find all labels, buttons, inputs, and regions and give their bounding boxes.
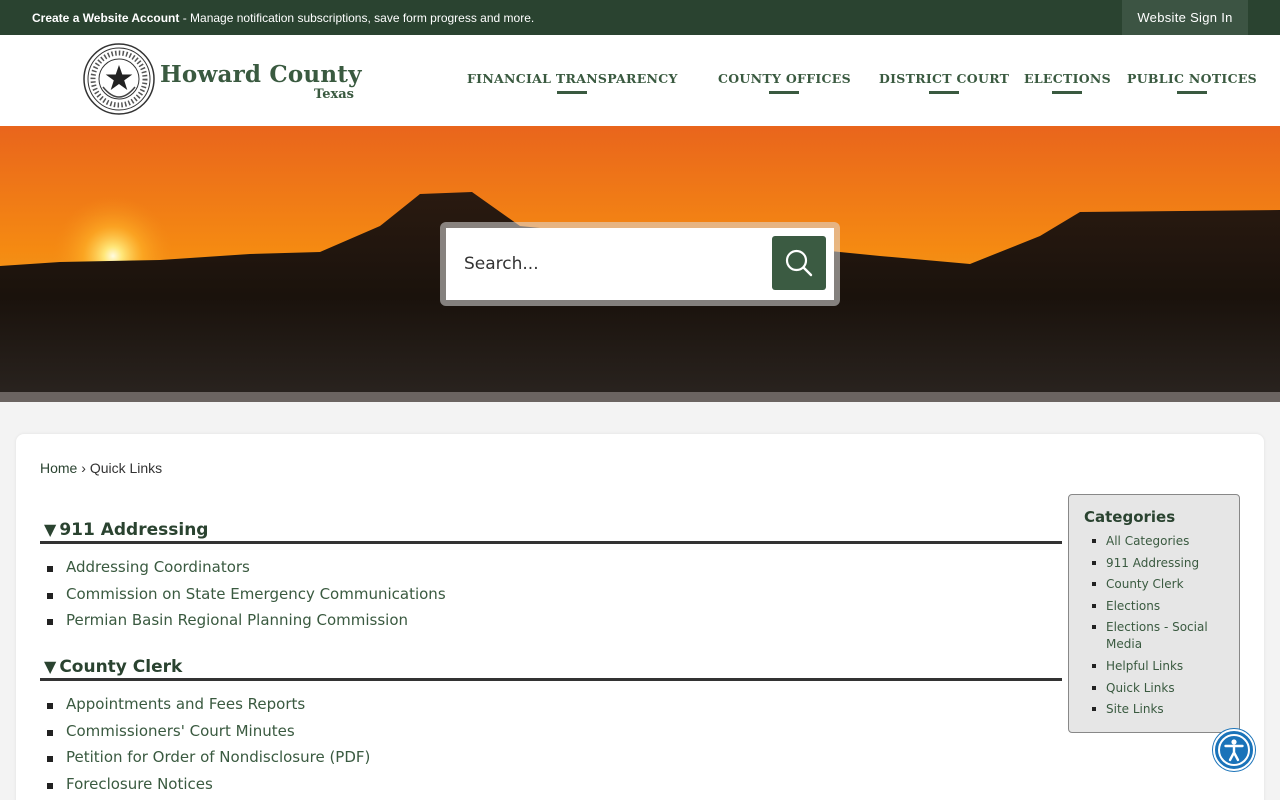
breadcrumb: Home › Quick Links bbox=[40, 460, 162, 476]
create-account-link[interactable]: Create a Website Account bbox=[32, 11, 179, 25]
categories-list: All Categories 911 Addressing County Cle… bbox=[1084, 533, 1234, 723]
nav-public-notices[interactable]: PUBLIC NOTICES bbox=[1127, 71, 1257, 94]
sign-in-button[interactable]: Website Sign In bbox=[1122, 0, 1248, 35]
accessibility-button[interactable] bbox=[1213, 729, 1255, 771]
search-box bbox=[446, 228, 834, 300]
section-links-911-addressing: Addressing Coordinators Commission on St… bbox=[40, 558, 446, 638]
account-message-text: - Manage notification subscriptions, sav… bbox=[179, 11, 535, 25]
collapse-triangle-icon[interactable]: ▼ bbox=[44, 657, 56, 676]
list-item[interactable]: Petition for Order of Nondisclosure (PDF… bbox=[40, 748, 370, 775]
county-seal-icon[interactable] bbox=[83, 43, 155, 115]
list-item[interactable]: Commission on State Emergency Communicat… bbox=[40, 585, 446, 612]
category-elections[interactable]: Elections bbox=[1084, 598, 1234, 615]
site-header: Howard County Texas FINANCIAL TRANSPAREN… bbox=[0, 35, 1280, 126]
category-elections-social-media[interactable]: Elections - Social Media bbox=[1084, 619, 1234, 653]
section-title-text: 911 Addressing bbox=[59, 520, 209, 540]
category-911-addressing[interactable]: 911 Addressing bbox=[1084, 555, 1234, 572]
category-site-links[interactable]: Site Links bbox=[1084, 701, 1234, 718]
county-state: Texas bbox=[314, 87, 354, 102]
list-item[interactable]: Appointments and Fees Reports bbox=[40, 695, 370, 722]
search-input[interactable] bbox=[464, 250, 754, 278]
list-item[interactable]: Addressing Coordinators bbox=[40, 558, 446, 585]
nav-elections[interactable]: ELECTIONS bbox=[1024, 71, 1111, 94]
category-helpful-links[interactable]: Helpful Links bbox=[1084, 658, 1234, 675]
categories-panel: Categories All Categories 911 Addressing… bbox=[1068, 494, 1240, 733]
nav-county-offices[interactable]: COUNTY OFFICES bbox=[718, 71, 851, 94]
section-links-county-clerk: Appointments and Fees Reports Commission… bbox=[40, 695, 370, 800]
account-message: Create a Website Account - Manage notifi… bbox=[32, 11, 534, 25]
list-item[interactable]: Foreclosure Notices bbox=[40, 775, 370, 800]
nav-financial-transparency[interactable]: FINANCIAL TRANSPARENCY bbox=[467, 71, 678, 94]
section-title-911-addressing[interactable]: ▼ 911 Addressing bbox=[40, 520, 1062, 544]
collapse-triangle-icon[interactable]: ▼ bbox=[44, 520, 56, 539]
categories-title: Categories bbox=[1084, 508, 1176, 526]
breadcrumb-home[interactable]: Home bbox=[40, 460, 77, 476]
search-button[interactable] bbox=[772, 236, 826, 290]
section-title-county-clerk[interactable]: ▼ County Clerk bbox=[40, 657, 1062, 681]
county-name[interactable]: Howard County bbox=[160, 61, 362, 88]
category-county-clerk[interactable]: County Clerk bbox=[1084, 576, 1234, 593]
accessibility-icon bbox=[1218, 734, 1250, 766]
category-all[interactable]: All Categories bbox=[1084, 533, 1234, 550]
breadcrumb-separator: › bbox=[77, 460, 90, 476]
list-item[interactable]: Permian Basin Regional Planning Commissi… bbox=[40, 611, 446, 638]
list-item[interactable]: Commissioners' Court Minutes bbox=[40, 722, 370, 749]
breadcrumb-current: Quick Links bbox=[89, 460, 163, 476]
search-icon bbox=[785, 249, 813, 277]
section-title-text: County Clerk bbox=[59, 657, 183, 677]
search-container bbox=[440, 222, 840, 306]
category-quick-links[interactable]: Quick Links bbox=[1084, 680, 1234, 697]
top-bar: Create a Website Account - Manage notifi… bbox=[0, 0, 1280, 35]
nav-district-court[interactable]: DISTRICT COURT bbox=[879, 71, 1009, 94]
